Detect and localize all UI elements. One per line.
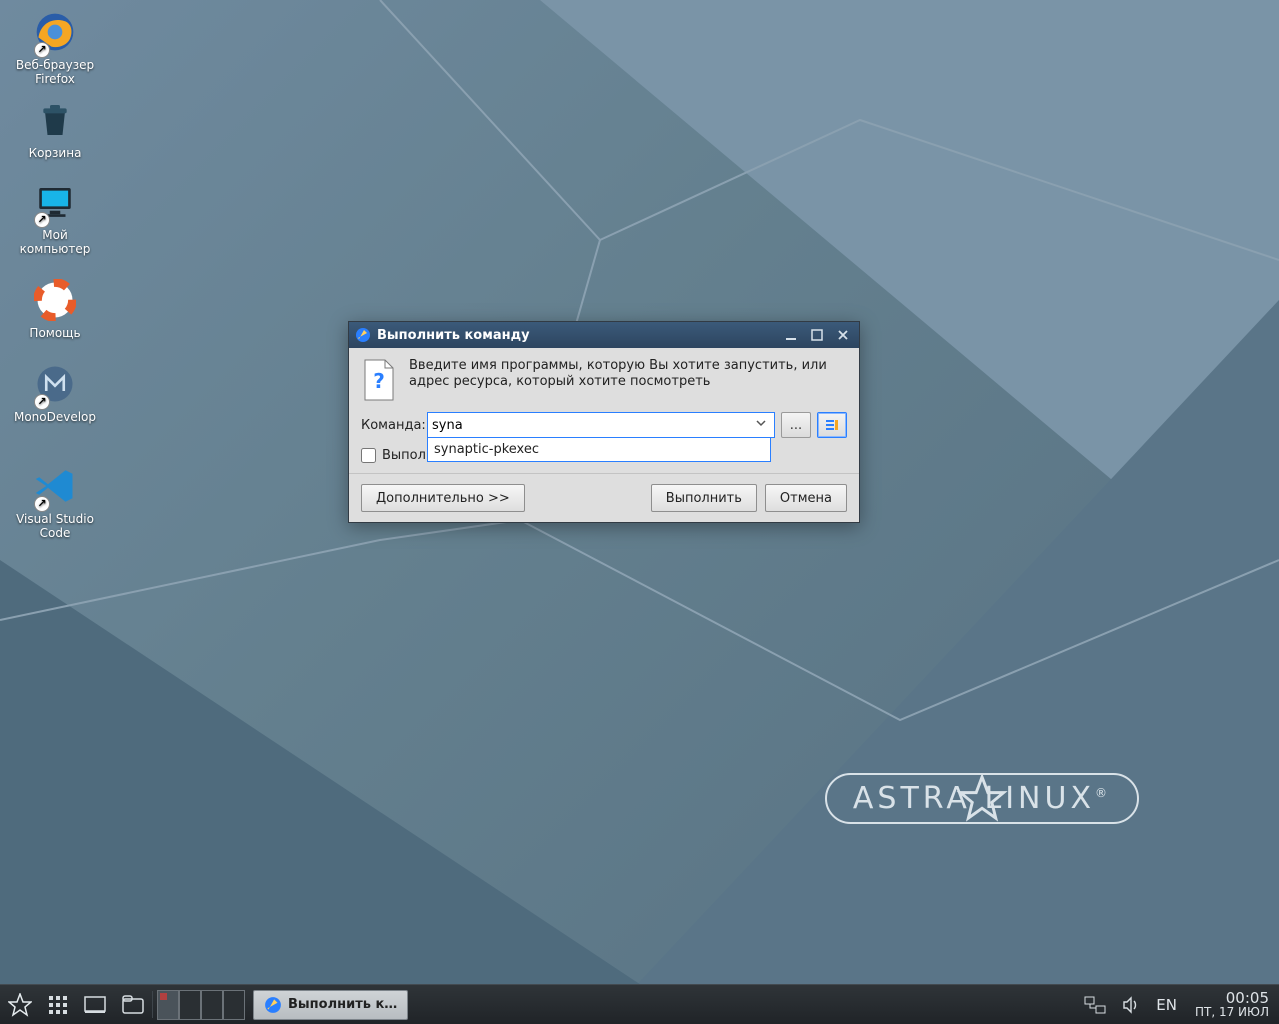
clock-date: ПТ, 17 ИЮЛ	[1195, 1005, 1269, 1019]
run-dialog: Выполнить команду ? Введите имя программ…	[348, 321, 860, 523]
desktop-icon-vscode[interactable]: ↗ Visual StudioCode	[12, 462, 98, 540]
cancel-button[interactable]: Отмена	[765, 484, 847, 512]
desktop-icon-firefox[interactable]: ↗ Веб-браузерFirefox	[12, 8, 98, 86]
command-combobox[interactable]	[427, 412, 775, 438]
dialog-title: Выполнить команду	[377, 328, 530, 343]
command-input[interactable]	[432, 418, 753, 433]
file-manager-button[interactable]	[114, 985, 152, 1024]
desktop-icon-help[interactable]: Помощь	[12, 276, 98, 340]
taskbar-task-run-dialog[interactable]: Выполнить к…	[253, 990, 408, 1020]
autocomplete-option[interactable]: synaptic-pkexec	[428, 438, 770, 461]
workspace-4[interactable]	[223, 990, 245, 1020]
tray-volume-icon[interactable]	[1114, 985, 1148, 1024]
workspace-pager[interactable]	[157, 990, 245, 1020]
desktop-icon-trash[interactable]: Корзина	[12, 96, 98, 160]
tray-clock[interactable]: 00:05 ПТ, 17 ИЮЛ	[1185, 991, 1279, 1019]
workspace-2[interactable]	[179, 990, 201, 1020]
chevron-down-icon[interactable]	[753, 417, 770, 433]
show-apps-button[interactable]	[40, 985, 76, 1024]
task-title: Выполнить к…	[288, 997, 397, 1012]
browse-button[interactable]: ...	[781, 412, 811, 438]
dialog-info-text: Введите имя программы, которую Вы хотите…	[409, 358, 847, 402]
titlebar[interactable]: Выполнить команду	[349, 322, 859, 348]
minimize-button[interactable]	[781, 326, 801, 344]
start-button[interactable]	[0, 985, 40, 1024]
command-label: Команда:	[361, 418, 421, 433]
shortcut-badge-icon: ↗	[34, 496, 50, 512]
autocomplete-dropdown: synaptic-pkexec	[427, 438, 771, 462]
workspace-3[interactable]	[201, 990, 223, 1020]
clock-time: 00:05	[1195, 991, 1269, 1005]
shortcut-badge-icon: ↗	[34, 394, 50, 410]
tray-network-icon[interactable]	[1076, 985, 1114, 1024]
desktop-icon-label: Мойкомпьютер	[20, 228, 91, 256]
workspace-1[interactable]	[157, 990, 179, 1020]
tray-keyboard-layout[interactable]: EN	[1148, 985, 1185, 1024]
show-desktop-button[interactable]	[76, 985, 114, 1024]
shortcut-badge-icon: ↗	[34, 42, 50, 58]
taskbar: Выполнить к… EN 00:05 ПТ, 17 ИЮЛ	[0, 984, 1279, 1024]
close-button[interactable]	[833, 326, 853, 344]
desktop-icon-mycomputer[interactable]: ↗ Мойкомпьютер	[12, 178, 98, 256]
desktop-icon-label: MonoDevelop	[14, 410, 96, 424]
desktop-icon-label: Веб-браузерFirefox	[16, 58, 94, 86]
run-in-terminal-checkbox[interactable]	[361, 448, 376, 463]
run-icon	[264, 996, 282, 1014]
options-button[interactable]	[817, 412, 847, 438]
svg-text:?: ?	[373, 369, 385, 393]
document-question-icon: ?	[361, 358, 397, 402]
desktop-icon-label: Помощь	[29, 326, 80, 340]
run-icon	[355, 327, 371, 343]
desktop-icon-label: Корзина	[29, 146, 82, 160]
maximize-button[interactable]	[807, 326, 827, 344]
run-button[interactable]: Выполнить	[651, 484, 757, 512]
advanced-button[interactable]: Дополнительно >>	[361, 484, 525, 512]
desktop-icon-label: Visual StudioCode	[16, 512, 94, 540]
checkbox-label: Выпол	[382, 448, 426, 463]
desktop-icon-monodevelop[interactable]: ↗ MonoDevelop	[12, 360, 98, 424]
shortcut-badge-icon: ↗	[34, 212, 50, 228]
